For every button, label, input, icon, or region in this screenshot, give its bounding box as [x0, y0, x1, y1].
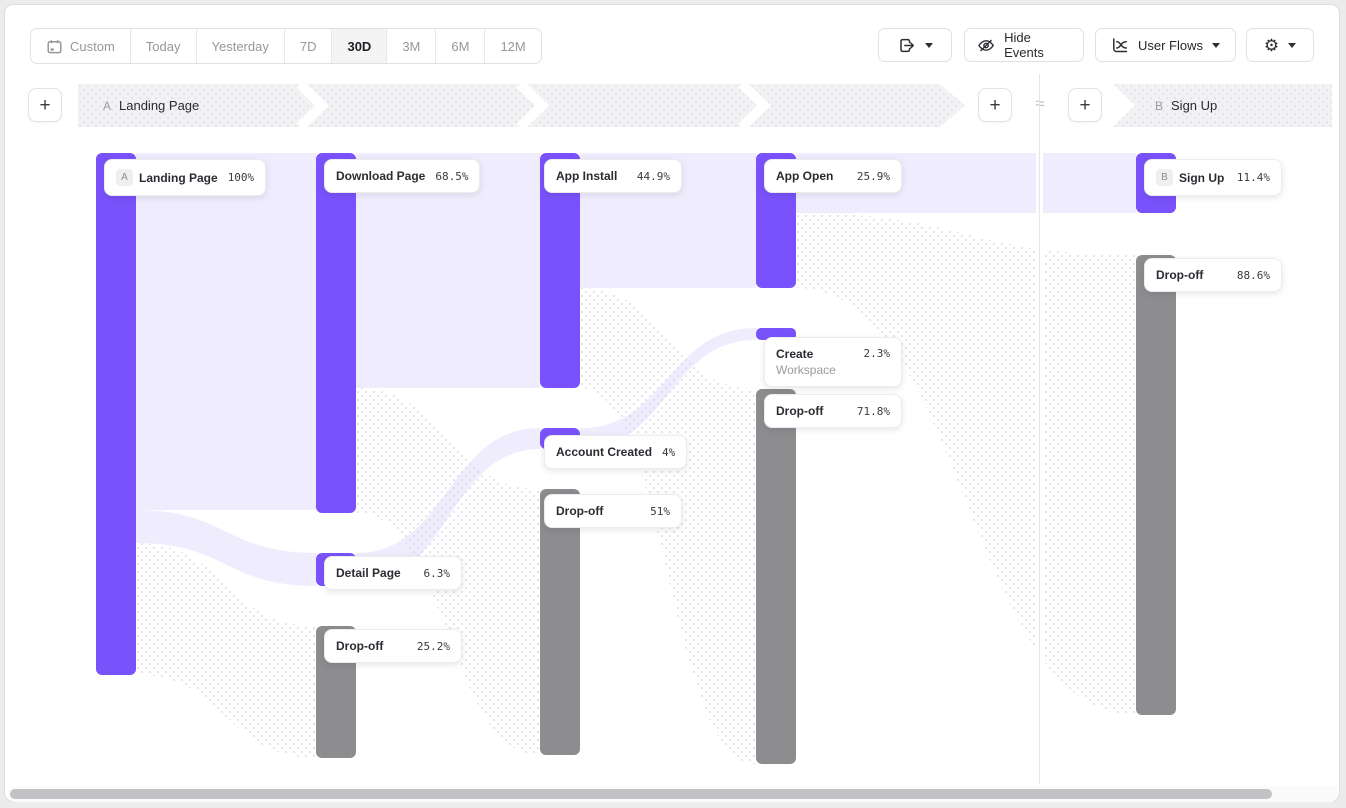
node-label-account-created[interactable]: Account Created 4% [544, 435, 687, 469]
date-range-7d[interactable]: 7D [285, 29, 333, 63]
bar-dropoff-after-app-open[interactable] [756, 389, 796, 764]
section-divider [1039, 74, 1040, 784]
step-letter: A [103, 99, 111, 113]
export-button[interactable] [878, 28, 952, 62]
date-range-today[interactable]: Today [131, 29, 197, 63]
node-label-download-page[interactable]: Download Page 68.5% [324, 159, 480, 193]
date-range-picker: Custom Today Yesterday 7D 30D 3M 6M 12M [30, 28, 542, 64]
node-label-app-install[interactable]: App Install 44.9% [544, 159, 682, 193]
gear-icon: ⚙ [1264, 37, 1279, 54]
flow-steps-band-b[interactable]: B Sign Up [1113, 84, 1332, 127]
bar-dropoff-after-app-install[interactable] [540, 489, 580, 755]
hide-events-label: Hide Events [1004, 30, 1071, 60]
node-label-detail-page[interactable]: Detail Page 6.3% [324, 556, 462, 590]
export-icon [898, 37, 916, 54]
node-label-dropoff-25[interactable]: Drop-off 25.2% [324, 629, 462, 663]
node-badge: A [116, 169, 133, 186]
settings-button[interactable]: ⚙ [1246, 28, 1314, 62]
flow-landing-to-download [136, 153, 316, 510]
date-range-12m[interactable]: 12M [485, 29, 540, 63]
date-range-30d-selected[interactable]: 30D [332, 29, 387, 63]
bar-download-page[interactable] [316, 153, 356, 513]
date-range-3m[interactable]: 3M [387, 29, 436, 63]
node-label-landing-page[interactable]: ALanding Page 100% [104, 159, 266, 196]
node-badge: B [1156, 169, 1173, 186]
step-b-header[interactable]: B Sign Up [1155, 84, 1217, 127]
approx-connector: ≈ [1022, 94, 1058, 114]
eye-off-icon [977, 37, 995, 54]
node-label-dropoff-51[interactable]: Drop-off 51% [544, 494, 682, 528]
chevron-down-icon [1288, 43, 1296, 48]
node-label-create-workspace[interactable]: Create2.3% Workspace [764, 337, 902, 387]
step-letter: B [1155, 99, 1163, 113]
user-flows-label: User Flows [1138, 38, 1203, 53]
bar-dropoff-before-signup[interactable] [1136, 255, 1176, 715]
step-name: Landing Page [119, 98, 199, 113]
chevron-down-icon [1212, 43, 1220, 48]
horizontal-scrollbar-thumb[interactable] [10, 789, 1272, 799]
node-label-app-open[interactable]: App Open 25.9% [764, 159, 902, 193]
add-step-before-b-button[interactable]: + [1068, 88, 1102, 122]
date-range-yesterday[interactable]: Yesterday [197, 29, 285, 63]
date-range-custom[interactable]: Custom [31, 29, 131, 63]
date-range-6m[interactable]: 6M [436, 29, 485, 63]
user-flows-button[interactable]: User Flows [1095, 28, 1236, 62]
flow-app-open-to-dropoff [796, 213, 1136, 715]
hide-events-button[interactable]: Hide Events [964, 28, 1084, 62]
step-a-header[interactable]: A Landing Page [103, 84, 199, 127]
flow-steps-band-a[interactable]: A Landing Page [78, 84, 968, 127]
node-label-dropoff-71[interactable]: Drop-off 71.8% [764, 394, 902, 428]
user-flows-chart-icon [1111, 37, 1129, 54]
node-label-dropoff-88[interactable]: Drop-off 88.6% [1144, 258, 1282, 292]
add-step-middle-button[interactable]: + [978, 88, 1012, 122]
add-step-start-button[interactable]: + [28, 88, 62, 122]
node-label-sign-up[interactable]: BSign Up 11.4% [1144, 159, 1282, 196]
date-range-label: Custom [70, 39, 115, 54]
step-name: Sign Up [1171, 98, 1217, 113]
calendar-icon [46, 38, 63, 55]
chevron-down-icon [925, 43, 933, 48]
bar-landing-page[interactable] [96, 153, 136, 675]
